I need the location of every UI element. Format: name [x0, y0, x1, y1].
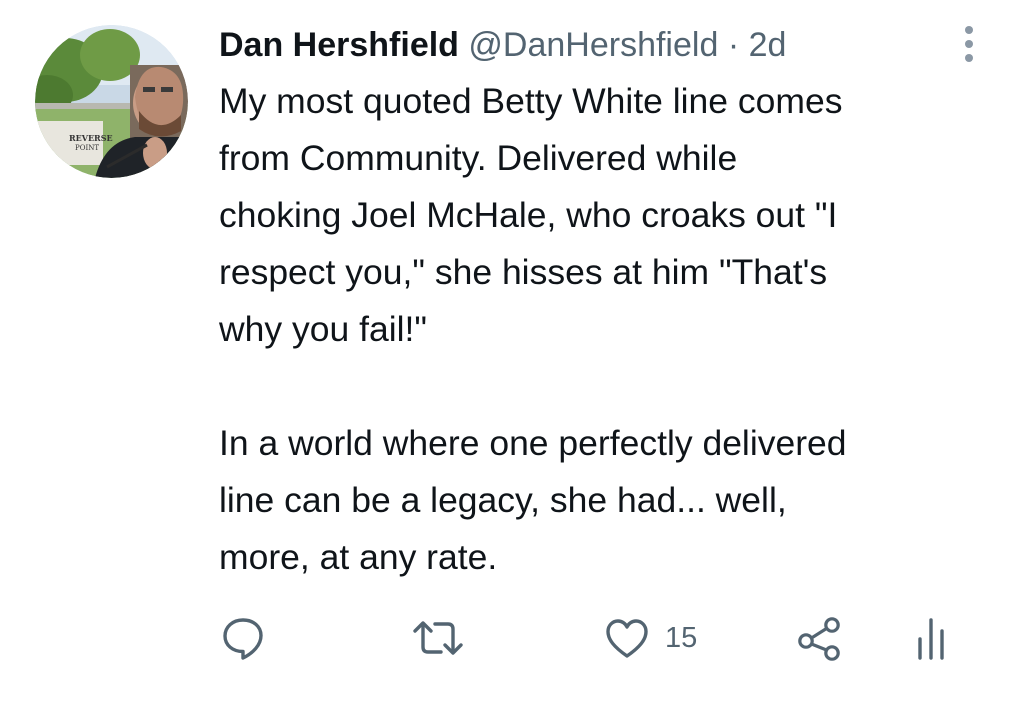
reply-button[interactable]: [219, 610, 267, 666]
author-name[interactable]: Dan Hershfield: [219, 26, 459, 64]
analytics-icon: [918, 618, 944, 660]
tweet-line: from Community. Delivered while: [219, 138, 738, 178]
tweet-header: Dan Hershfield @DanHershfield · 2d: [219, 20, 786, 70]
avatar-sign-text-1: REVERSE: [69, 133, 113, 143]
tweet-line: respect you," she hisses at him "That's: [219, 252, 828, 292]
tweet-paragraph: My most quoted Betty White line comes fr…: [219, 73, 1009, 358]
tweet-actions: 15: [0, 610, 1024, 666]
avatar-image: REVERSE POINT: [35, 25, 188, 178]
heart-icon: [606, 619, 648, 658]
avatar-sign-text-2: POINT: [75, 144, 99, 152]
like-count: 15: [665, 621, 698, 654]
avatar[interactable]: REVERSE POINT: [35, 25, 188, 178]
share-button[interactable]: [796, 610, 844, 666]
tweet-line: line can be a legacy, she had... well,: [219, 480, 787, 520]
reply-icon: [223, 618, 263, 660]
tweet-line: In a world where one perfectly delivered: [219, 423, 847, 463]
tweet[interactable]: REVERSE POINT Dan Hershfield @DanHershfi…: [0, 0, 1024, 703]
tweet-line: more, at any rate.: [219, 537, 498, 577]
retweet-button[interactable]: [411, 610, 465, 666]
author-handle[interactable]: @DanHershfield: [468, 26, 718, 64]
timestamp[interactable]: 2d: [749, 26, 787, 64]
analytics-button[interactable]: [912, 610, 952, 666]
more-options-icon[interactable]: [955, 22, 983, 66]
tweet-line: My most quoted Betty White line comes: [219, 81, 843, 121]
tweet-line: choking Joel McHale, who croaks out "I: [219, 195, 838, 235]
separator-dot: ·: [727, 26, 740, 64]
like-button[interactable]: 15: [603, 610, 697, 666]
tweet-line: why you fail!": [219, 309, 427, 349]
tweet-paragraph: In a world where one perfectly delivered…: [219, 415, 1009, 586]
tweet-text: My most quoted Betty White line comes fr…: [219, 73, 1009, 586]
share-icon: [798, 617, 840, 661]
retweet-icon: [413, 621, 463, 655]
